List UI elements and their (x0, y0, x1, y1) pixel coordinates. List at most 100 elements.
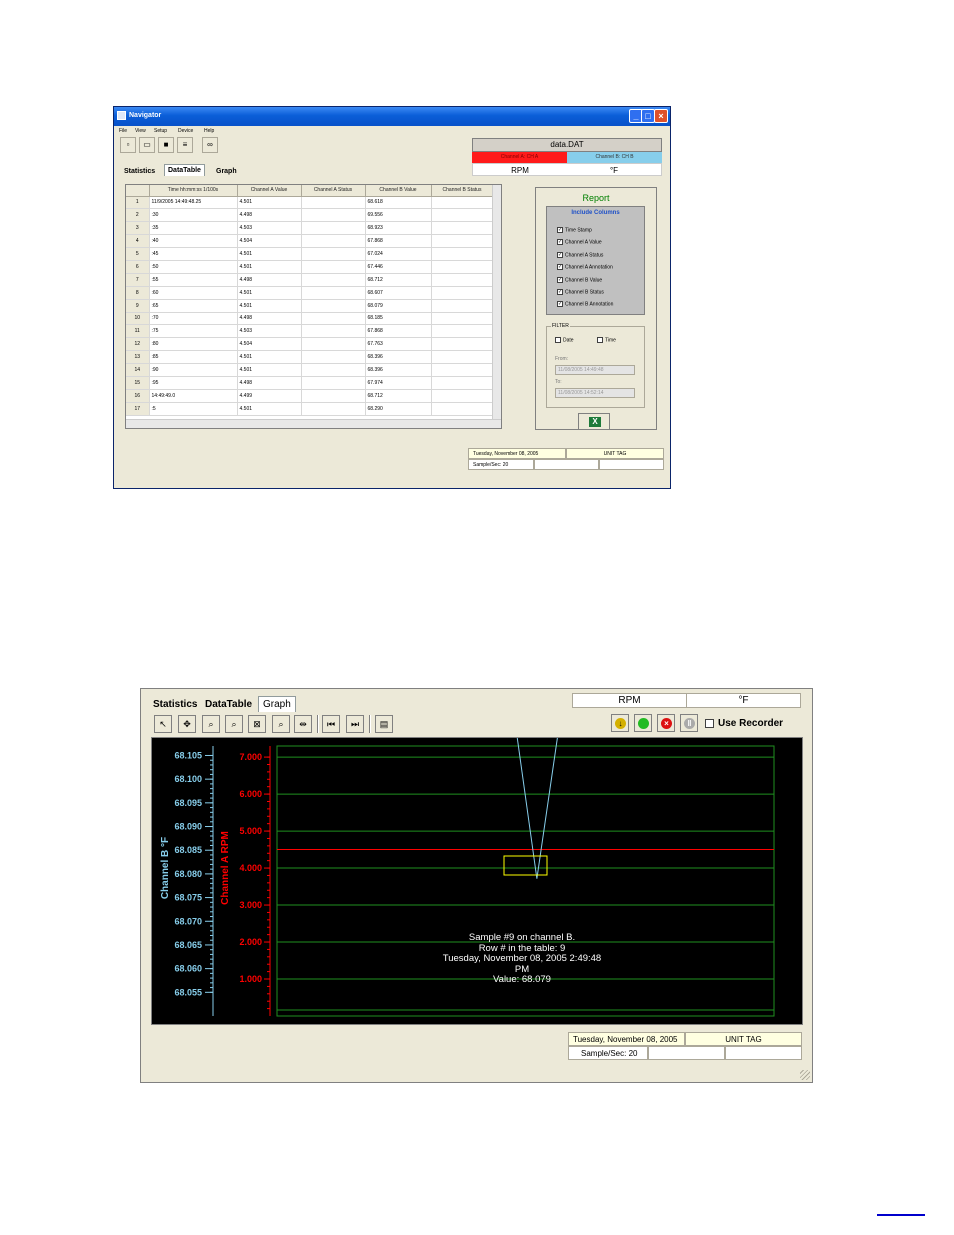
column-header[interactable]: Channel B Status (431, 185, 494, 197)
close-icon[interactable]: × (654, 109, 668, 123)
tab-datatable[interactable]: DataTable (205, 699, 252, 710)
table-cell[interactable]: :40 (149, 234, 238, 249)
table-cell[interactable] (431, 221, 494, 236)
table-cell[interactable]: 4.504 (237, 234, 302, 249)
table-cell[interactable]: :80 (149, 337, 238, 352)
table-cell[interactable]: 4.501 (237, 350, 302, 365)
table-cell[interactable] (431, 299, 494, 313)
table-cell[interactable]: 67.024 (365, 247, 432, 261)
pause-record-button[interactable]: ‖ (680, 714, 698, 732)
table-row[interactable]: 5:45 4.501 67.024 (126, 247, 494, 261)
table-cell[interactable]: 4.501 (237, 196, 302, 210)
table-cell[interactable] (301, 260, 366, 274)
binoculars-icon[interactable]: ∞ (202, 137, 218, 153)
from-date-field[interactable]: 11/08/2005 14:49:48 (555, 365, 635, 375)
table-cell[interactable] (301, 350, 366, 365)
title-bar[interactable]: Navigator _ □ × (114, 107, 670, 126)
table-cell[interactable]: 68.712 (365, 389, 432, 403)
table-row[interactable]: 9:65 4.501 68.079 (126, 299, 494, 313)
fit-icon[interactable]: ⇹ (294, 715, 312, 733)
table-cell[interactable]: :70 (149, 312, 238, 326)
table-row[interactable]: 2:30 4.498 69.556 (126, 208, 494, 223)
table-cell[interactable] (431, 337, 494, 352)
filter-time-checkbox[interactable]: Time (597, 337, 616, 343)
table-cell[interactable]: :45 (149, 247, 238, 261)
data-table[interactable]: Time hh:mm:ss 1/100s Channel A Value Chann… (125, 184, 502, 429)
include-column-checkbox[interactable]: ✓ Channel A Annotation (557, 264, 613, 271)
table-cell[interactable]: :65 (149, 299, 238, 313)
table-cell[interactable]: 4.499 (237, 389, 302, 403)
table-cell[interactable]: :5 (149, 402, 238, 416)
page-link[interactable] (877, 1214, 925, 1216)
table-cell[interactable]: 67.446 (365, 260, 432, 274)
tab-statistics[interactable]: Statistics (124, 168, 155, 175)
include-column-checkbox[interactable]: ✓ Channel A Status (557, 251, 603, 258)
use-recorder-checkbox[interactable]: Use Recorder (705, 718, 783, 729)
include-column-checkbox[interactable]: ✓ Time Stamp (557, 227, 592, 233)
table-cell[interactable] (431, 324, 494, 339)
table-cell[interactable]: 68.290 (365, 402, 432, 416)
table-cell[interactable] (431, 208, 494, 223)
to-date-field[interactable]: 11/08/2005 14:52:14 (555, 388, 635, 398)
print-icon[interactable]: ≡ (177, 137, 193, 153)
menu-device[interactable]: Device (178, 128, 193, 134)
table-cell[interactable]: 14:49:49.0 (149, 389, 238, 403)
tab-graph[interactable]: Graph (216, 168, 237, 175)
table-row[interactable]: 6:50 4.501 67.446 (126, 260, 494, 274)
column-header[interactable]: Channel A Status (301, 185, 366, 197)
tab-statistics[interactable]: Statistics (153, 699, 197, 710)
first-record-icon[interactable]: ⏮ (322, 715, 340, 733)
table-row[interactable]: 7:55 4.498 68.712 (126, 273, 494, 287)
tab-datatable[interactable]: DataTable (164, 164, 205, 176)
table-cell[interactable] (301, 402, 366, 416)
stop-record-button[interactable]: × (657, 714, 675, 732)
start-record-button[interactable] (634, 714, 652, 732)
table-cell[interactable] (301, 196, 366, 210)
table-cell[interactable] (301, 389, 366, 403)
table-row[interactable]: 4:40 4.504 67.868 (126, 234, 494, 249)
table-cell[interactable]: 4.498 (237, 208, 302, 223)
table-cell[interactable] (301, 286, 366, 300)
menu-file[interactable]: File (119, 128, 127, 134)
vertical-scrollbar[interactable] (492, 185, 501, 428)
table-cell[interactable] (431, 286, 494, 300)
table-cell[interactable]: 4.501 (237, 286, 302, 300)
table-cell[interactable] (431, 234, 494, 249)
table-cell[interactable]: 4.498 (237, 273, 302, 287)
menu-view[interactable]: View (135, 128, 146, 134)
table-row[interactable]: 1 11/9/2005 14:49:48.25 4.501 68.618 (126, 196, 494, 210)
table-cell[interactable]: 4.498 (237, 312, 302, 326)
column-header[interactable] (126, 185, 150, 197)
table-row[interactable]: 14:90 4.501 68.396 (126, 363, 494, 377)
table-row[interactable]: 12:80 4.504 67.763 (126, 337, 494, 352)
table-cell[interactable]: 67.974 (365, 376, 432, 390)
table-cell[interactable]: :90 (149, 363, 238, 377)
table-cell[interactable]: :85 (149, 350, 238, 365)
table-cell[interactable]: 4.501 (237, 402, 302, 416)
table-cell[interactable]: 4.503 (237, 221, 302, 236)
table-cell[interactable]: 68.712 (365, 273, 432, 287)
graph-chart[interactable]: 7.000 6.000 5.000 4.000 3.000 2.000 1.000 68.10… (151, 737, 803, 1025)
include-column-checkbox[interactable]: ✓ Channel A Value (557, 239, 602, 246)
table-cell[interactable]: 68.185 (365, 312, 432, 326)
include-column-checkbox[interactable]: ✓ Channel B Value (557, 276, 602, 283)
table-row[interactable]: 10:70 4.498 68.185 (126, 312, 494, 326)
column-header[interactable]: Channel A Value (237, 185, 302, 197)
table-cell[interactable]: :30 (149, 208, 238, 223)
column-header[interactable]: Time hh:mm:ss 1/100s (149, 185, 238, 197)
table-cell[interactable]: :75 (149, 324, 238, 339)
table-cell[interactable] (431, 389, 494, 403)
table-row[interactable]: 8:60 4.501 68.607 (126, 286, 494, 300)
table-cell[interactable] (301, 299, 366, 313)
tab-graph[interactable]: Graph (258, 696, 296, 712)
table-cell[interactable] (431, 196, 494, 210)
pointer-icon[interactable]: ↖ (154, 715, 172, 733)
menu-help[interactable]: Help (204, 128, 214, 134)
table-cell[interactable]: 11/9/2005 14:49:48.25 (149, 196, 238, 210)
table-cell[interactable]: 4.501 (237, 299, 302, 313)
table-cell[interactable]: 67.763 (365, 337, 432, 352)
table-row[interactable]: 17:5 4.501 68.290 (126, 402, 494, 416)
filter-date-checkbox[interactable]: Date (555, 337, 574, 343)
table-cell[interactable]: 68.923 (365, 221, 432, 236)
table-cell[interactable]: 4.501 (237, 260, 302, 274)
